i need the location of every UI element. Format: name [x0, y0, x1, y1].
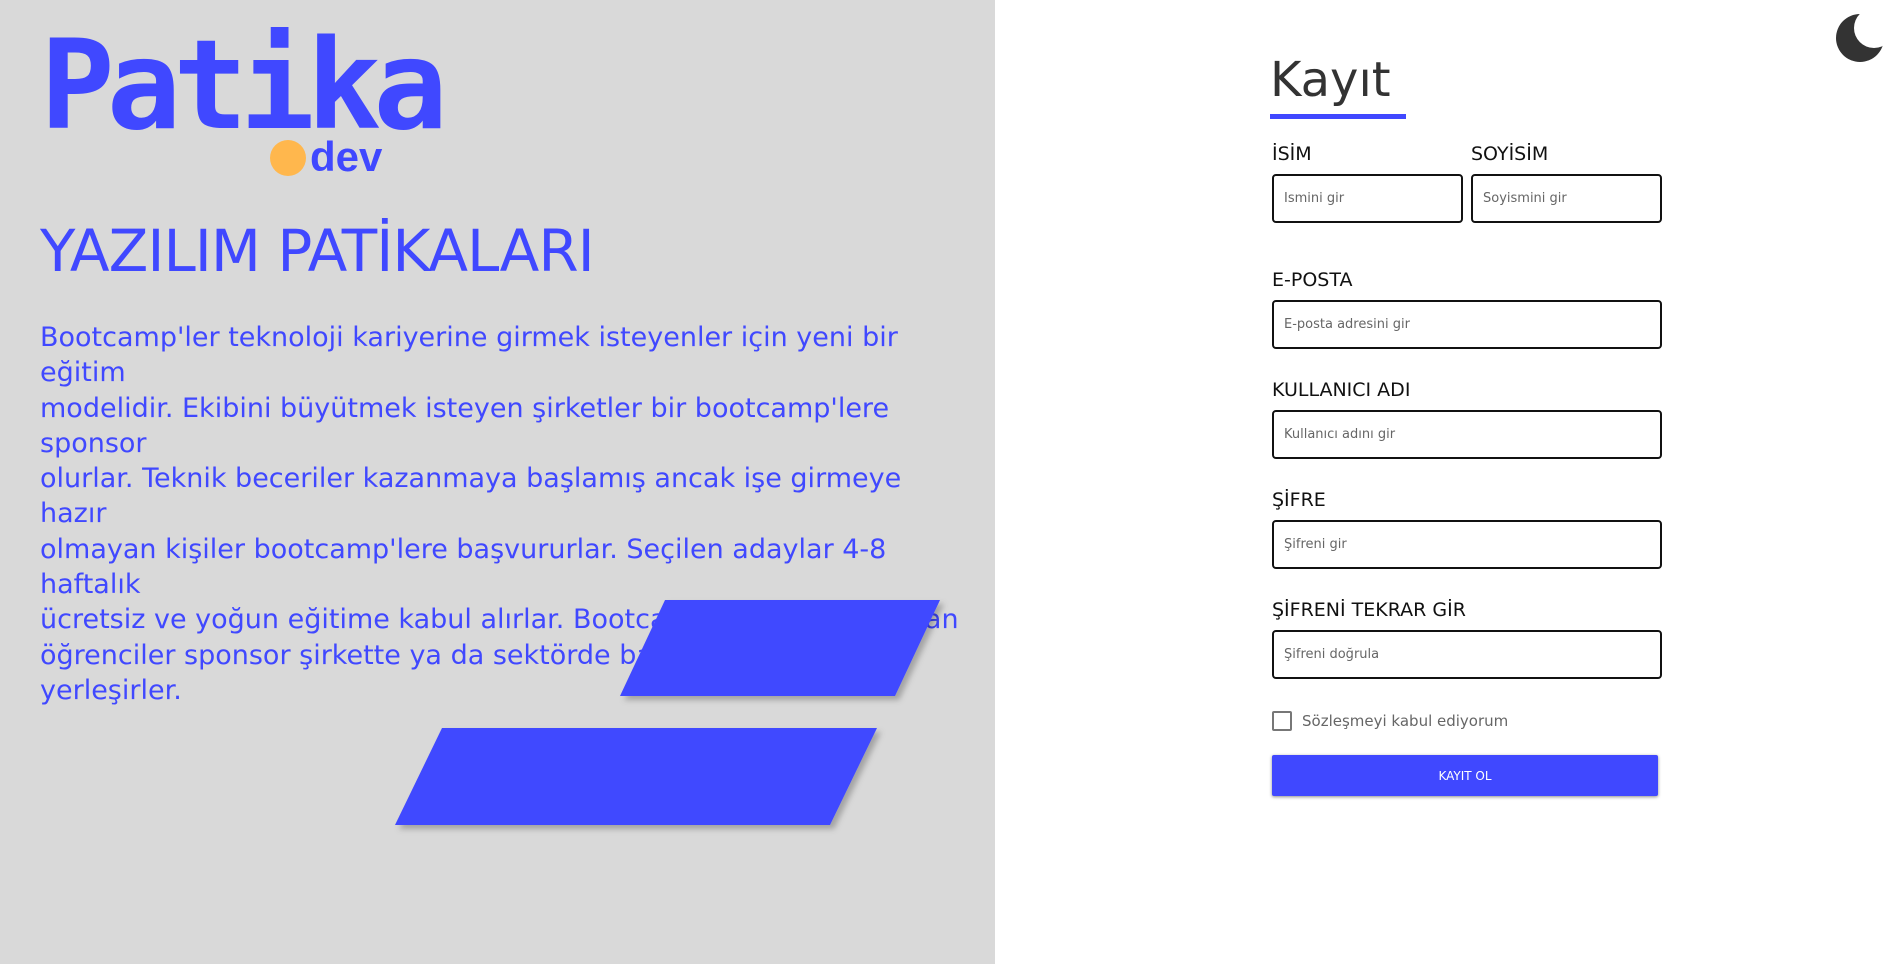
logo-dot	[270, 140, 306, 176]
last-name-field: SOYİSİM	[1471, 142, 1662, 223]
password-confirm-label: ŞİFRENİ TEKRAR GİR	[1272, 599, 1466, 621]
first-name-label: İSİM	[1272, 143, 1312, 165]
moon-icon	[1836, 14, 1884, 62]
username-label: KULLANICI ADI	[1272, 379, 1411, 401]
email-field: E-POSTA	[1272, 268, 1662, 349]
username-input[interactable]	[1272, 410, 1662, 459]
username-field: KULLANICI ADI	[1272, 378, 1662, 459]
password-confirm-input[interactable]	[1272, 630, 1662, 679]
description-line: Bootcamp'ler teknoloji kariyerine girmek…	[40, 322, 898, 389]
title-underline	[1270, 114, 1406, 119]
email-input[interactable]	[1272, 300, 1662, 349]
theme-toggle-button[interactable]	[1832, 10, 1888, 66]
top-parallelogram	[620, 600, 940, 696]
password-confirm-field: ŞİFRENİ TEKRAR GİR	[1272, 598, 1662, 679]
password-label: ŞİFRE	[1272, 489, 1326, 511]
first-name-input[interactable]	[1272, 174, 1463, 223]
hero-headline: YAZILIM PATİKALARI	[40, 217, 595, 285]
password-input[interactable]	[1272, 520, 1662, 569]
logo-sub: dev	[310, 133, 383, 180]
register-button[interactable]: KAYIT OL	[1272, 755, 1658, 796]
patika-logo: Patika dev	[40, 24, 448, 180]
agreement-label[interactable]: Sözleşmeyi kabul ediyorum	[1302, 712, 1508, 730]
last-name-label: SOYİSİM	[1471, 143, 1549, 165]
agreement-row: Sözleşmeyi kabul ediyorum	[1272, 711, 1508, 731]
description-line: olurlar. Teknik beceriler kazanmaya başl…	[40, 463, 902, 530]
email-label: E-POSTA	[1272, 269, 1353, 291]
bottom-parallelogram	[395, 728, 877, 825]
parallelogram-shapes	[395, 600, 940, 825]
first-name-field: İSİM	[1272, 142, 1463, 223]
description-line: modelidir. Ekibini büyütmek isteyen şirk…	[40, 392, 890, 459]
form-title: Kayıt	[1270, 52, 1391, 108]
agreement-checkbox[interactable]	[1272, 711, 1292, 731]
logo-text: Patika	[40, 14, 448, 158]
left-panel: Patika dev YAZILIM PATİKALARI Bootcamp'l…	[0, 0, 995, 964]
password-field: ŞİFRE	[1272, 488, 1662, 569]
last-name-input[interactable]	[1471, 174, 1662, 223]
register-form-header: Kayıt	[1270, 50, 1660, 119]
